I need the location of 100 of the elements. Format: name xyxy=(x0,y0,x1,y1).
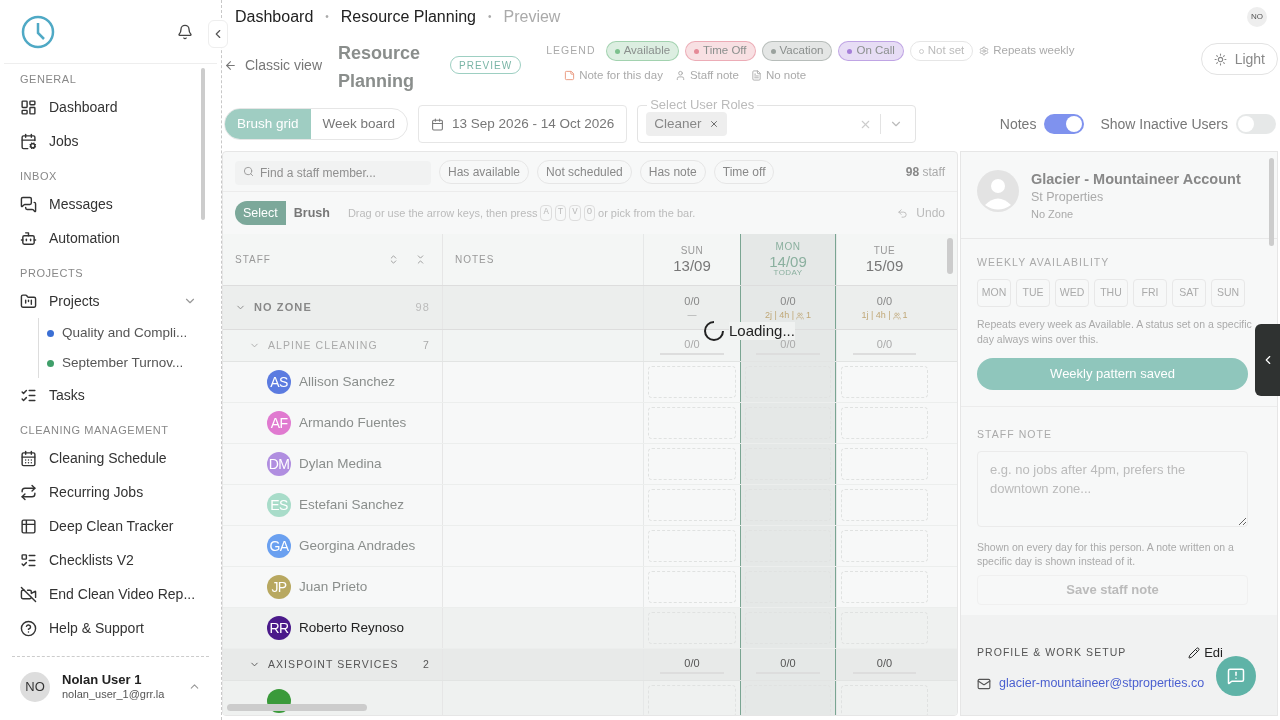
staff-name[interactable]: Armando Fuentes xyxy=(299,412,407,434)
project-name: Quality and Compli... xyxy=(62,323,188,342)
date-range-button[interactable]: 13 Sep 2026 - 14 Oct 2026 xyxy=(418,105,628,143)
staff-name[interactable]: Estefani Sanchez xyxy=(299,494,405,516)
capacity-detail: — xyxy=(687,309,697,322)
schedule-slot[interactable] xyxy=(841,685,928,715)
sidebar-item[interactable]: End Clean Video Rep... xyxy=(8,577,213,611)
undo-button[interactable]: Undo xyxy=(897,204,945,222)
weekday-toggle[interactable]: TUE xyxy=(1016,279,1050,308)
zone-name: NO ZONE xyxy=(254,300,312,316)
sort-icon[interactable] xyxy=(388,254,399,265)
weekday-toggle[interactable]: SAT xyxy=(1172,279,1206,308)
gear-icon xyxy=(979,46,990,56)
capacity-ratio: 0/0 xyxy=(660,336,724,355)
sidebar-item-icon xyxy=(20,619,37,637)
project-item[interactable]: September Turnov... xyxy=(47,348,213,378)
legend-status: On Call xyxy=(838,41,904,61)
user-name: Nolan User 1 xyxy=(62,671,143,688)
people-icon xyxy=(796,311,805,320)
staff-row[interactable] xyxy=(223,681,957,715)
project-item[interactable]: Quality and Compli... xyxy=(47,318,213,348)
staff-name[interactable]: Dylan Medina xyxy=(299,453,382,475)
day-header[interactable]: TUE 15/09 xyxy=(865,246,904,273)
collapse-all-icon[interactable] xyxy=(415,254,426,265)
expand-panel-button[interactable] xyxy=(1255,324,1280,396)
help-text: Repeats every week as Available. A status set on a specific day always wins over this. xyxy=(977,317,1253,347)
sidebar-item[interactable]: Tasks xyxy=(8,378,213,412)
sidebar-item[interactable]: Messages xyxy=(8,187,213,221)
day-header[interactable]: SUN 13/09 xyxy=(673,246,711,273)
people-icon xyxy=(892,311,901,320)
legend-status: Time Off xyxy=(685,41,756,61)
weekday-toggle[interactable]: WED xyxy=(1055,279,1089,308)
sidebar-item[interactable]: Checklists V2 xyxy=(8,543,213,577)
mail-icon xyxy=(977,676,991,691)
capacity-detail: 2j | 4h | 1 xyxy=(764,309,812,322)
section-heading: WEEKLY AVAILABILITY xyxy=(977,254,1111,270)
staff-name[interactable]: Georgina Andrades xyxy=(299,535,416,557)
mode-tab[interactable]: Brush xyxy=(285,201,338,225)
staff-name[interactable]: Allison Sanchez xyxy=(299,371,396,393)
remove-icon[interactable] xyxy=(709,119,720,129)
column-header[interactable]: STAFF xyxy=(235,252,271,267)
clock-logo xyxy=(20,13,56,50)
bell-icon[interactable] xyxy=(177,23,193,40)
feedback-icon xyxy=(1227,667,1245,685)
panel-scrollbar[interactable] xyxy=(1269,158,1274,246)
sidebar-item[interactable]: Cleaning Schedule xyxy=(8,441,213,475)
schedule-slot[interactable] xyxy=(745,685,831,715)
toggle-label: Show Inactive Users xyxy=(1100,114,1228,134)
capacity-ratio: 0/0 xyxy=(852,655,917,674)
sidebar-item[interactable]: Help & Support xyxy=(8,611,213,645)
weekday-toggle[interactable]: SUN xyxy=(1211,279,1245,308)
person-icon xyxy=(674,70,686,82)
weekday-toggle[interactable]: FRI xyxy=(1133,279,1167,308)
profile-company: St Properties xyxy=(1031,190,1105,206)
weekday-toggle[interactable]: THU xyxy=(1094,279,1128,308)
sidebar-item[interactable]: Jobs xyxy=(8,124,213,158)
capacity-ratio: 0/0 xyxy=(852,336,917,355)
horizontal-scrollbar[interactable] xyxy=(227,704,367,711)
calendar-icon xyxy=(431,117,445,131)
email-link[interactable]: glacier-mountaineer@stproperties.co xyxy=(999,674,1205,693)
staff-name[interactable]: Juan Prieto xyxy=(299,576,368,598)
role-chip[interactable]: Cleaner xyxy=(646,112,728,136)
note-icon xyxy=(564,70,576,82)
save-staff-note-button[interactable]: Save staff note xyxy=(977,574,1248,605)
staff-name[interactable]: Roberto Reynoso xyxy=(299,617,405,639)
group-row[interactable]: AXISPOINT SERVICES 2 0/0 0/0 0/0 xyxy=(223,649,957,681)
toggle-switch[interactable] xyxy=(1044,114,1085,134)
avatar: AS xyxy=(267,370,291,394)
user-avatar: NO xyxy=(20,671,50,702)
sidebar-item[interactable]: Dashboard xyxy=(8,90,213,124)
view-tab[interactable]: Brush grid xyxy=(225,109,311,139)
toggle-switch[interactable] xyxy=(1236,114,1276,134)
sidebar-item-icon xyxy=(20,483,37,501)
user-card[interactable]: NO Nolan User 1 nolan_user_1@grr.la xyxy=(12,656,209,716)
collapse-sidebar-button[interactable] xyxy=(208,20,228,48)
account-avatar[interactable]: NO xyxy=(1247,6,1267,27)
sidebar-item[interactable]: Projects xyxy=(8,284,213,318)
help-text: Shown on every day for this person. A note written on a specific day is shown instead of it. xyxy=(977,539,1235,569)
edit-button[interactable]: Edi xyxy=(1188,642,1223,663)
mode-tab[interactable]: Select xyxy=(235,201,286,225)
weekday-toggle[interactable]: MON xyxy=(977,279,1011,308)
classic-view-link[interactable]: Classic view xyxy=(224,55,322,76)
scrollbar[interactable] xyxy=(201,68,205,220)
legend-note: Note for this day xyxy=(564,67,663,85)
breadcrumb-separator: • xyxy=(488,10,492,24)
breadcrumb[interactable]: Preview xyxy=(503,4,561,29)
schedule-slot[interactable] xyxy=(648,685,736,715)
weekly-pattern-button[interactable]: Weekly pattern saved xyxy=(977,358,1248,391)
sidebar-item[interactable]: Recurring Jobs xyxy=(8,475,213,509)
breadcrumb[interactable]: Dashboard xyxy=(235,4,314,29)
sidebar-item[interactable]: Automation xyxy=(8,221,213,255)
breadcrumb[interactable]: Resource Planning xyxy=(340,4,476,29)
sidebar-item[interactable]: Deep Clean Tracker xyxy=(8,509,213,543)
sun-icon xyxy=(1213,52,1227,66)
staff-note-field[interactable]: e.g. no jobs after 4pm, prefers the downtown zone... xyxy=(977,450,1248,527)
avatar: RR xyxy=(267,616,291,640)
view-tab[interactable]: Week board xyxy=(310,109,408,139)
section-heading: GENERAL xyxy=(19,72,78,87)
staff-search-field[interactable]: Find a staff member... xyxy=(235,160,431,185)
vertical-scrollbar[interactable] xyxy=(947,238,953,274)
